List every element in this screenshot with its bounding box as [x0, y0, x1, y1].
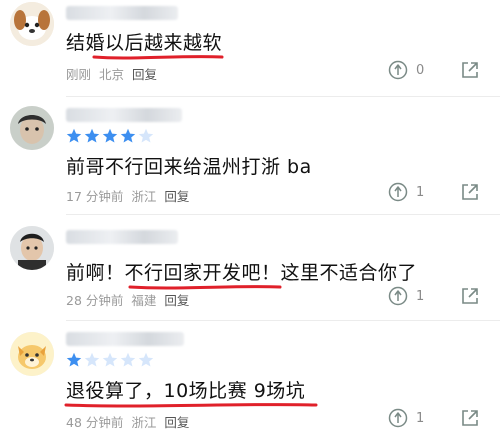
thumbs-up-icon	[388, 408, 408, 428]
like-count: 1	[416, 410, 425, 426]
dog-avatar-icon[interactable]	[10, 2, 54, 46]
username-blurred[interactable]	[66, 108, 182, 122]
red-underline	[92, 55, 224, 60]
share-button[interactable]	[460, 286, 480, 306]
share-button[interactable]	[460, 182, 480, 202]
star-icon	[84, 128, 100, 143]
username-blurred[interactable]	[66, 332, 184, 346]
comment-item: 结婚以后越来越软 刚刚 北京 回复 0	[0, 0, 500, 100]
share-icon	[462, 410, 478, 426]
like-button[interactable]: 1	[388, 182, 424, 202]
thumbs-up-icon	[388, 286, 408, 306]
like-count: 1	[416, 184, 425, 200]
comment-text: 前啊！不行回家开发吧！这里不适合你了	[66, 262, 418, 284]
star-icon	[120, 352, 136, 367]
comment-time: 17 分钟前	[66, 189, 124, 204]
cartoon-dog-avatar-icon[interactable]	[10, 332, 54, 376]
reply-button[interactable]: 回复	[164, 293, 189, 308]
comment-location: 福建	[131, 293, 157, 308]
comment-time: 28 分钟前	[66, 293, 124, 308]
star-icon	[138, 352, 154, 367]
comment-item: 退役算了，10场比赛 9场坑 48 分钟前 浙江 回复 1	[0, 324, 500, 440]
man-avatar-icon[interactable]	[10, 106, 54, 150]
comment-text: 退役算了，10场比赛 9场坑	[66, 380, 306, 402]
star-icon	[66, 128, 82, 143]
comment-meta: 48 分钟前 浙江 回复	[66, 412, 189, 431]
star-icon	[138, 128, 154, 143]
comment-time: 48 分钟前	[66, 415, 124, 430]
comment-meta: 刚刚 北京 回复	[66, 64, 157, 83]
like-button[interactable]: 0	[388, 60, 424, 80]
man-avatar-icon[interactable]	[10, 226, 54, 270]
comment-time: 刚刚	[66, 67, 92, 82]
thumbs-up-icon	[388, 182, 408, 202]
like-count: 0	[416, 62, 425, 78]
comment-item: 前啊！不行回家开发吧！这里不适合你了 28 分钟前 福建 回复 1	[0, 218, 500, 318]
username-blurred[interactable]	[66, 230, 178, 244]
reply-button[interactable]: 回复	[164, 189, 189, 204]
comment-meta: 17 分钟前 浙江 回复	[66, 186, 189, 205]
divider	[66, 320, 500, 321]
comment-location: 浙江	[131, 189, 157, 204]
comment-location: 浙江	[131, 415, 157, 430]
star-icon	[120, 128, 136, 143]
comment-text: 前哥不行回来给温州打浙 ba	[66, 156, 312, 178]
divider	[66, 96, 500, 97]
like-count: 1	[416, 288, 425, 304]
star-icon	[84, 352, 100, 367]
comment-text: 结婚以后越来越软	[66, 32, 223, 54]
reply-button[interactable]: 回复	[164, 415, 189, 430]
star-icon	[66, 352, 82, 367]
star-icon	[102, 352, 118, 367]
share-button[interactable]	[460, 60, 480, 80]
thumbs-up-icon	[388, 60, 408, 80]
share-icon	[462, 184, 478, 200]
share-icon	[462, 62, 478, 78]
comment-item: 前哥不行回来给温州打浙 ba 17 分钟前 浙江 回复 1	[0, 100, 500, 212]
comment-location: 北京	[99, 67, 125, 82]
like-button[interactable]: 1	[388, 286, 424, 306]
share-button[interactable]	[460, 408, 480, 428]
like-button[interactable]: 1	[388, 408, 424, 428]
share-icon	[462, 288, 478, 304]
rating-stars	[66, 128, 154, 144]
red-underline	[64, 403, 318, 408]
username-blurred[interactable]	[66, 6, 178, 20]
rating-stars	[66, 352, 154, 368]
star-icon	[102, 128, 118, 143]
reply-button[interactable]: 回复	[132, 67, 157, 82]
divider	[66, 214, 500, 215]
comment-meta: 28 分钟前 福建 回复	[66, 290, 189, 309]
